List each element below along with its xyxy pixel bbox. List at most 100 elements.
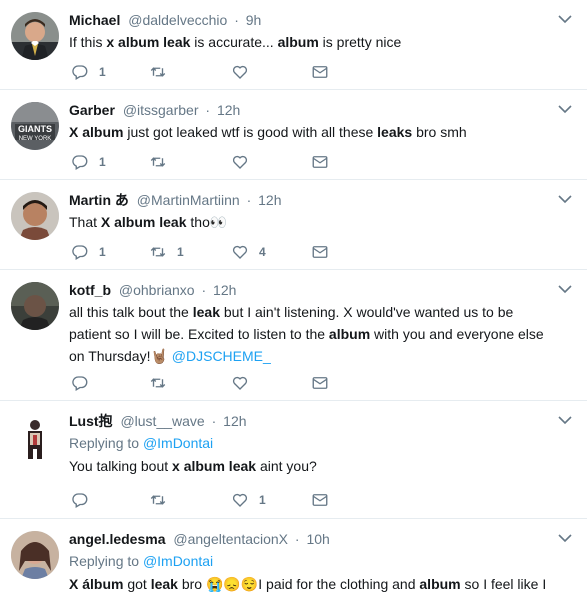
avatar[interactable] [11,192,59,240]
reply-icon [72,493,88,508]
replying-to-label: Replying to [69,553,140,569]
display-name[interactable]: Michael [69,12,120,28]
username[interactable]: @MartinMartiinn [137,192,240,208]
tweet[interactable]: Michael @daldelvecchio · 9h If this x al… [0,0,587,90]
chevron-down-icon[interactable] [557,193,573,205]
reply-button[interactable] [71,490,99,510]
tweet[interactable]: Lust抱 @lust__wave · 12h Replying to @ImD… [0,401,587,519]
timestamp[interactable]: 12h [213,282,236,298]
direct-message-button[interactable] [311,373,329,393]
replying-to-link[interactable]: @ImDontai [143,553,213,569]
username[interactable]: @daldelvecchio [128,12,227,28]
heart-icon [232,65,248,79]
retweet-button[interactable] [149,62,177,82]
heart-icon [232,493,248,507]
display-name[interactable]: kotf_b [69,282,111,298]
avatar[interactable] [11,282,59,330]
avatar[interactable]: GIANTS NEW YORK [11,102,59,150]
avatar-image [11,12,59,60]
heart-icon [232,376,248,390]
chevron-down-icon[interactable] [557,13,573,25]
reply-icon [72,65,88,80]
timestamp[interactable]: 9h [246,12,262,28]
tweet-text: That X album leak tho👀 [69,211,551,233]
reply-button[interactable] [71,373,99,393]
direct-message-button[interactable] [311,62,329,82]
chevron-down-icon[interactable] [557,283,573,295]
reply-icon [72,376,88,391]
tweet[interactable]: GIANTS NEW YORK Garber @itssgarber · 12h… [0,90,587,180]
retweet-icon [150,67,166,77]
timestamp[interactable]: 10h [306,531,329,547]
timestamp[interactable]: 12h [258,192,281,208]
tweet-text-segment: just got leaked wtf is good with all the… [123,124,378,140]
avatar-image: GIANTS NEW YORK [11,102,59,150]
envelope-icon [312,156,328,168]
replying-to: Replying to @ImDontai [69,432,551,454]
retweet-button[interactable] [149,373,177,393]
display-name[interactable]: angel.ledesma [69,531,166,547]
reply-icon [72,155,88,170]
tweet[interactable]: angel.ledesma @angeltentacionX · 10h Rep… [0,519,587,600]
username[interactable]: @ohbrianxo [119,282,195,298]
reply-icon [72,245,88,260]
reply-count: 1 [99,65,106,79]
tweet-text-segment: all this talk bout the [69,304,193,320]
separator-dot: · [205,102,211,118]
tweet-text-segment: tho👀 [186,214,228,230]
timestamp[interactable]: 12h [223,413,246,429]
user-mention-link[interactable]: @DJSCHEME_ [172,348,271,364]
retweet-button[interactable] [149,152,177,172]
direct-message-button[interactable] [311,152,329,172]
like-button[interactable] [231,373,259,393]
tweet[interactable]: Martin あ @MartinMartiinn · 12h That X al… [0,180,587,270]
chevron-down-icon[interactable] [557,414,573,426]
like-count: 4 [259,245,266,259]
like-button[interactable]: 1 [231,490,266,510]
replying-to-link[interactable]: @ImDontai [143,435,213,451]
direct-message-button[interactable] [311,242,329,262]
username[interactable]: @lust__wave [120,413,204,429]
tweet-text-segment: got [123,576,151,592]
heart-icon [232,245,248,259]
chevron-down-icon[interactable] [557,532,573,544]
display-name[interactable]: Lust抱 [69,413,113,429]
heart-icon [232,155,248,169]
username[interactable]: @itssgarber [123,102,199,118]
tweet-text-segment: is accurate... [190,34,278,50]
tweet[interactable]: kotf_b @ohbrianxo · 12h all this talk bo… [0,270,587,401]
tweet-text-highlight: X album [69,124,124,140]
avatar-text: GIANTS [18,124,52,134]
reply-button[interactable]: 1 [71,152,106,172]
avatar-image [11,531,59,579]
avatar-text: NEW YORK [19,136,52,142]
tweet-text: You talking bout x album leak aint you? [69,455,551,477]
retweet-button[interactable] [149,490,177,510]
tweet-text-segment: aint you? [256,458,317,474]
timestamp[interactable]: 12h [217,102,240,118]
separator-dot: · [211,413,217,429]
like-button[interactable] [231,62,259,82]
retweet-button[interactable]: 1 [149,242,184,262]
tweet-text-highlight: leak [150,576,178,592]
display-name[interactable]: Martin あ [69,192,129,208]
avatar[interactable] [11,413,59,461]
tweet-text-segment: You talking bout [69,458,173,474]
reply-button[interactable]: 1 [71,62,106,82]
tweet-text-highlight: x album leak [172,458,257,474]
tweet-text: all this talk bout the leak but I ain't … [69,301,551,367]
envelope-icon [312,246,328,258]
like-button[interactable] [231,152,259,172]
reply-button[interactable]: 1 [71,242,106,262]
display-name[interactable]: Garber [69,102,115,118]
avatar[interactable] [11,12,59,60]
direct-message-button[interactable] [311,490,329,510]
avatar-image [11,282,59,330]
avatar[interactable] [11,531,59,579]
reply-count: 1 [99,245,106,259]
username[interactable]: @angeltentacionX [173,531,288,547]
tweet-text-highlight: leaks [377,124,413,140]
like-button[interactable]: 4 [231,242,266,262]
tweet-text-segment: is pretty nice [318,34,402,50]
chevron-down-icon[interactable] [557,103,573,115]
